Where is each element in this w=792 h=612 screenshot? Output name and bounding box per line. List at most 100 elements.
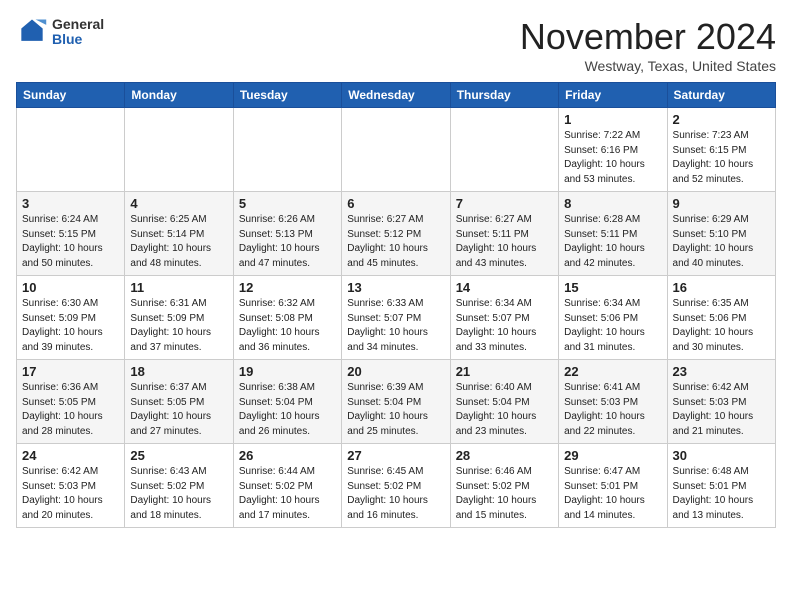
calendar-week-row: 10 Sunrise: 6:30 AM Sunset: 5:09 PM Dayli…: [17, 276, 776, 360]
month-title: November 2024: [520, 16, 776, 58]
day-number: 14: [456, 280, 553, 295]
calendar-cell: 21Sunrise: 6:40 AM Sunset: 5:04 PM Dayli…: [450, 360, 558, 444]
calendar-cell: [233, 108, 341, 192]
day-info: Sunrise: 6:27 AM Sunset: 5:11 PM Dayligh…: [456, 213, 553, 271]
day-number: 20: [347, 364, 444, 379]
weekday-header-sunday: Sunday: [17, 83, 125, 108]
calendar-cell: 2 Sunrise: 7:23 AM Sunset: 6:15 PM Daylig…: [667, 108, 775, 192]
day-number: 28: [456, 448, 553, 463]
day-number: 19: [239, 364, 336, 379]
day-info: Sunrise: 6:44 AM Sunset: 5:02 PM Dayligh…: [239, 465, 336, 523]
calendar-cell: 9 Sunrise: 6:29 AM Sunset: 5:10 PM Daylig…: [667, 192, 775, 276]
logo-icon: [16, 16, 48, 48]
day-number: 11: [130, 280, 227, 295]
day-number: 23: [673, 364, 770, 379]
day-info: Sunrise: 6:24 AM Sunset: 5:15 PM Dayligh…: [22, 213, 119, 271]
day-number: 29: [564, 448, 661, 463]
day-number: 18: [130, 364, 227, 379]
day-number: 16: [673, 280, 770, 295]
day-number: 5: [239, 196, 336, 211]
day-info: Sunrise: 6:34 AM Sunset: 5:06 PM Dayligh…: [564, 297, 661, 355]
day-info: Sunrise: 7:23 AM Sunset: 6:15 PM Dayligh…: [673, 129, 770, 187]
calendar-cell: 26 Sunrise: 6:44 AM Sunset: 5:02 PM Dayli…: [233, 444, 341, 528]
logo-text: General Blue: [52, 17, 104, 48]
calendar-cell: 3Sunrise: 6:24 AM Sunset: 5:15 PM Daylig…: [17, 192, 125, 276]
day-info: Sunrise: 6:46 AM Sunset: 5:02 PM Dayligh…: [456, 465, 553, 523]
calendar-cell: 19 Sunrise: 6:38 AM Sunset: 5:04 PM Dayli…: [233, 360, 341, 444]
day-info: Sunrise: 6:28 AM Sunset: 5:11 PM Dayligh…: [564, 213, 661, 271]
day-info: Sunrise: 6:35 AM Sunset: 5:06 PM Dayligh…: [673, 297, 770, 355]
weekday-header-tuesday: Tuesday: [233, 83, 341, 108]
calendar-cell: 29 Sunrise: 6:47 AM Sunset: 5:01 PM Dayli…: [559, 444, 667, 528]
weekday-header-monday: Monday: [125, 83, 233, 108]
day-info: Sunrise: 7:22 AM Sunset: 6:16 PM Dayligh…: [564, 129, 661, 187]
day-number: 21: [456, 364, 553, 379]
day-info: Sunrise: 6:38 AM Sunset: 5:04 PM Dayligh…: [239, 381, 336, 439]
weekday-header-saturday: Saturday: [667, 83, 775, 108]
day-info: Sunrise: 6:42 AM Sunset: 5:03 PM Dayligh…: [22, 465, 119, 523]
calendar-cell: [342, 108, 450, 192]
day-info: Sunrise: 6:36 AM Sunset: 5:05 PM Dayligh…: [22, 381, 119, 439]
day-number: 6: [347, 196, 444, 211]
calendar-cell: 7Sunrise: 6:27 AM Sunset: 5:11 PM Daylig…: [450, 192, 558, 276]
day-number: 26: [239, 448, 336, 463]
calendar-cell: [450, 108, 558, 192]
day-info: Sunrise: 6:27 AM Sunset: 5:12 PM Dayligh…: [347, 213, 444, 271]
day-number: 2: [673, 112, 770, 127]
calendar-cell: 15Sunrise: 6:34 AM Sunset: 5:06 PM Dayli…: [559, 276, 667, 360]
calendar-cell: 14 Sunrise: 6:34 AM Sunset: 5:07 PM Dayli…: [450, 276, 558, 360]
calendar-cell: 1 Sunrise: 7:22 AM Sunset: 6:16 PM Daylig…: [559, 108, 667, 192]
calendar-cell: 13 Sunrise: 6:33 AM Sunset: 5:07 PM Dayli…: [342, 276, 450, 360]
day-info: Sunrise: 6:33 AM Sunset: 5:07 PM Dayligh…: [347, 297, 444, 355]
day-info: Sunrise: 6:34 AM Sunset: 5:07 PM Dayligh…: [456, 297, 553, 355]
day-number: 13: [347, 280, 444, 295]
day-number: 17: [22, 364, 119, 379]
calendar-cell: 8 Sunrise: 6:28 AM Sunset: 5:11 PM Daylig…: [559, 192, 667, 276]
logo: General Blue: [16, 16, 104, 48]
calendar-cell: 11 Sunrise: 6:31 AM Sunset: 5:09 PM Dayli…: [125, 276, 233, 360]
day-number: 1: [564, 112, 661, 127]
weekday-header-row: SundayMondayTuesdayWednesdayThursdayFrid…: [17, 83, 776, 108]
calendar-cell: 24 Sunrise: 6:42 AM Sunset: 5:03 PM Dayli…: [17, 444, 125, 528]
weekday-header-thursday: Thursday: [450, 83, 558, 108]
calendar-cell: 28 Sunrise: 6:46 AM Sunset: 5:02 PM Dayli…: [450, 444, 558, 528]
calendar-cell: [125, 108, 233, 192]
calendar-cell: 6 Sunrise: 6:27 AM Sunset: 5:12 PM Daylig…: [342, 192, 450, 276]
day-info: Sunrise: 6:37 AM Sunset: 5:05 PM Dayligh…: [130, 381, 227, 439]
day-number: 24: [22, 448, 119, 463]
calendar-cell: 16 Sunrise: 6:35 AM Sunset: 5:06 PM Dayli…: [667, 276, 775, 360]
day-info: Sunrise: 6:41 AM Sunset: 5:03 PM Dayligh…: [564, 381, 661, 439]
weekday-header-friday: Friday: [559, 83, 667, 108]
day-number: 22: [564, 364, 661, 379]
calendar-cell: 10 Sunrise: 6:30 AM Sunset: 5:09 PM Dayli…: [17, 276, 125, 360]
calendar-week-row: 3Sunrise: 6:24 AM Sunset: 5:15 PM Daylig…: [17, 192, 776, 276]
calendar-cell: 30Sunrise: 6:48 AM Sunset: 5:01 PM Dayli…: [667, 444, 775, 528]
day-number: 30: [673, 448, 770, 463]
weekday-header-wednesday: Wednesday: [342, 83, 450, 108]
day-number: 10: [22, 280, 119, 295]
calendar-week-row: 1 Sunrise: 7:22 AM Sunset: 6:16 PM Daylig…: [17, 108, 776, 192]
calendar-cell: 23 Sunrise: 6:42 AM Sunset: 5:03 PM Dayli…: [667, 360, 775, 444]
day-info: Sunrise: 6:42 AM Sunset: 5:03 PM Dayligh…: [673, 381, 770, 439]
day-number: 25: [130, 448, 227, 463]
page-header: General Blue November 2024 Westway, Texa…: [16, 16, 776, 74]
calendar-cell: 4Sunrise: 6:25 AM Sunset: 5:14 PM Daylig…: [125, 192, 233, 276]
calendar-week-row: 17 Sunrise: 6:36 AM Sunset: 5:05 PM Dayli…: [17, 360, 776, 444]
title-section: November 2024 Westway, Texas, United Sta…: [520, 16, 776, 74]
day-info: Sunrise: 6:47 AM Sunset: 5:01 PM Dayligh…: [564, 465, 661, 523]
day-info: Sunrise: 6:29 AM Sunset: 5:10 PM Dayligh…: [673, 213, 770, 271]
day-info: Sunrise: 6:43 AM Sunset: 5:02 PM Dayligh…: [130, 465, 227, 523]
day-number: 8: [564, 196, 661, 211]
calendar-cell: 18 Sunrise: 6:37 AM Sunset: 5:05 PM Dayli…: [125, 360, 233, 444]
day-info: Sunrise: 6:32 AM Sunset: 5:08 PM Dayligh…: [239, 297, 336, 355]
day-info: Sunrise: 6:31 AM Sunset: 5:09 PM Dayligh…: [130, 297, 227, 355]
calendar-week-row: 24 Sunrise: 6:42 AM Sunset: 5:03 PM Dayli…: [17, 444, 776, 528]
calendar-cell: 12 Sunrise: 6:32 AM Sunset: 5:08 PM Dayli…: [233, 276, 341, 360]
day-number: 12: [239, 280, 336, 295]
location-text: Westway, Texas, United States: [520, 58, 776, 74]
day-info: Sunrise: 6:26 AM Sunset: 5:13 PM Dayligh…: [239, 213, 336, 271]
calendar-cell: 25 Sunrise: 6:43 AM Sunset: 5:02 PM Dayli…: [125, 444, 233, 528]
day-number: 9: [673, 196, 770, 211]
calendar-cell: 17 Sunrise: 6:36 AM Sunset: 5:05 PM Dayli…: [17, 360, 125, 444]
day-info: Sunrise: 6:30 AM Sunset: 5:09 PM Dayligh…: [22, 297, 119, 355]
